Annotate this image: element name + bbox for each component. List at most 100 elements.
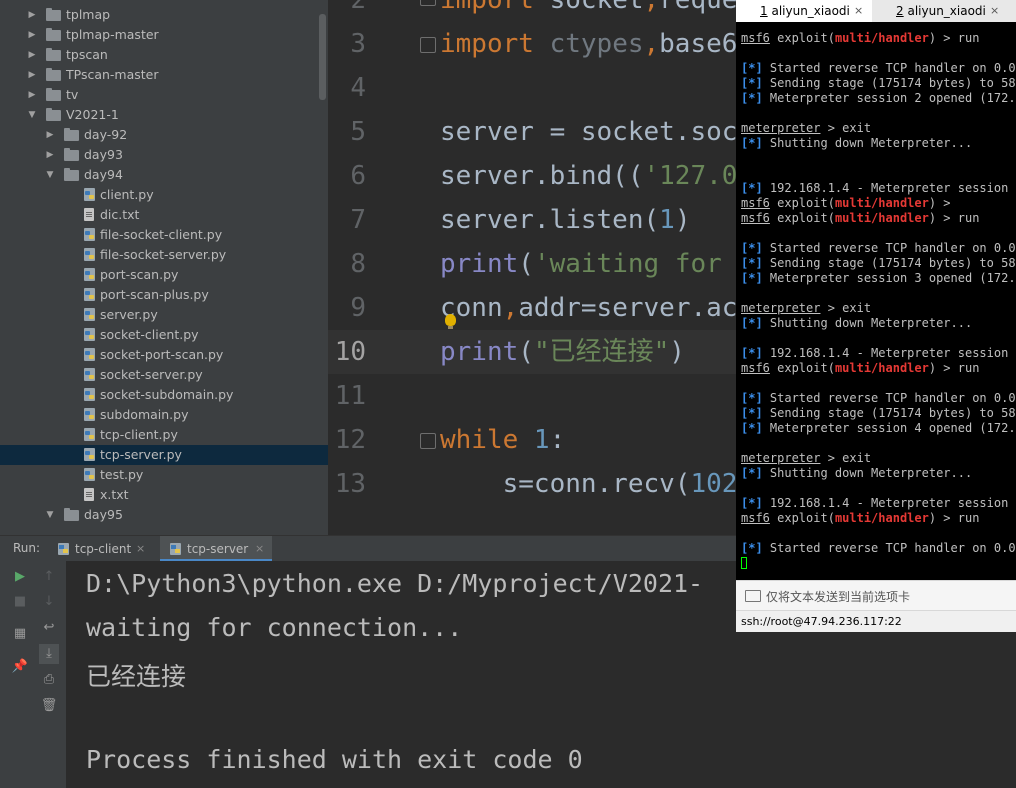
tree-folder[interactable]: ▶ tv <box>0 85 328 105</box>
code-line[interactable]: 10 print("已经连接") <box>328 330 738 374</box>
run-tab[interactable]: tcp-client × <box>58 536 150 562</box>
code-line[interactable]: 11 <box>328 374 738 418</box>
layout-icon[interactable]: ▦ <box>10 624 30 644</box>
terminal-token: Sending stage (175174 bytes) to 58.4 <box>762 406 1016 420</box>
print-icon[interactable]: ⎙ <box>39 670 59 690</box>
console-line: waiting for connection... <box>86 613 463 642</box>
delete-icon[interactable]: 🗑 <box>39 696 59 716</box>
tree-file[interactable]: test.py <box>0 465 328 485</box>
code-line[interactable]: 13 s=conn.recv(102 <box>328 462 738 506</box>
tree-scrollbar[interactable] <box>319 14 326 100</box>
tree-file[interactable]: client.py <box>0 185 328 205</box>
terminal-tab[interactable]: 2 aliyun_xiaodi × <box>872 0 1008 22</box>
tree-item-label: socket-client.py <box>100 327 199 342</box>
chevron-right-icon[interactable]: ▶ <box>44 145 56 165</box>
tree-file[interactable]: socket-port-scan.py <box>0 345 328 365</box>
code-line[interactable]: 9 conn,addr=server.ac <box>328 286 738 330</box>
tree-folder[interactable]: ▶ tpscan <box>0 45 328 65</box>
code-token: while <box>440 425 534 455</box>
terminal-token: > exit <box>820 121 872 135</box>
tree-folder[interactable]: ▶ tplmap <box>0 5 328 25</box>
tree-file[interactable]: server.py <box>0 305 328 325</box>
tree-file[interactable]: x.txt <box>0 485 328 505</box>
tree-folder[interactable]: ▼ V2021-1 <box>0 105 328 125</box>
tree-folder[interactable]: ▶ tplmap-master <box>0 25 328 45</box>
tree-file[interactable]: dic.txt <box>0 205 328 225</box>
terminal-line: [*] 192.168.1.4 - Meterpreter session 2 <box>741 181 1016 196</box>
tree-file[interactable]: port-scan-plus.py <box>0 285 328 305</box>
chevron-right-icon[interactable]: ▶ <box>26 85 38 105</box>
chevron-down-icon[interactable]: ▼ <box>44 505 56 525</box>
fold-icon[interactable] <box>420 37 436 53</box>
soft-wrap-icon[interactable]: ↩ <box>39 618 59 638</box>
tree-item-label: port-scan-plus.py <box>100 287 209 302</box>
terminal-token: multi/handler <box>834 361 929 375</box>
chevron-right-icon[interactable]: ▶ <box>26 5 38 25</box>
tree-file[interactable]: subdomain.py <box>0 405 328 425</box>
tree-file[interactable]: tcp-client.py <box>0 425 328 445</box>
folder-icon <box>46 48 61 61</box>
chevron-down-icon[interactable]: ▼ <box>26 105 38 125</box>
code-line[interactable]: 4 <box>328 66 738 110</box>
terminal-token: [*] <box>741 406 763 420</box>
line-number: 7 <box>350 205 366 235</box>
terminal-token: ) > run <box>928 31 980 45</box>
down-icon[interactable]: ↓ <box>39 592 59 612</box>
code-line[interactable]: 2 import socket,reque <box>328 0 738 22</box>
run-tab-label: tcp-server <box>187 542 249 556</box>
tree-folder[interactable]: ▶ day-92 <box>0 125 328 145</box>
terminal-send-bar[interactable]: 仅将文本发送到当前选项卡 <box>736 580 1016 611</box>
scroll-to-end-icon[interactable]: ⤓ <box>39 644 59 664</box>
terminal-token: Meterpreter session 3 opened (172.16 <box>762 271 1016 285</box>
code-line[interactable]: 3 import ctypes,base6 <box>328 22 738 66</box>
terminal-token: [*] <box>741 181 763 195</box>
close-icon[interactable]: × <box>854 0 863 22</box>
tree-folder[interactable]: ▶ TPscan-master <box>0 65 328 85</box>
tree-file[interactable]: socket-subdomain.py <box>0 385 328 405</box>
terminal-tab[interactable]: 1 aliyun_xiaodi × <box>736 0 872 22</box>
tree-folder[interactable]: ▼ day95 <box>0 505 328 525</box>
code-token: import <box>440 29 534 59</box>
tree-folder[interactable]: ▼ day94 <box>0 165 328 185</box>
chevron-right-icon[interactable]: ▶ <box>44 125 56 145</box>
chevron-right-icon[interactable]: ▶ <box>26 25 38 45</box>
chevron-right-icon[interactable]: ▶ <box>26 65 38 85</box>
tree-file[interactable]: file-socket-client.py <box>0 225 328 245</box>
code-line[interactable]: 5 server = socket.soc <box>328 110 738 154</box>
fold-icon[interactable] <box>420 433 436 449</box>
tree-folder[interactable]: ▶ day93 <box>0 145 328 165</box>
code-token: , <box>643 0 660 15</box>
tree-file[interactable]: tcp-server.py <box>0 445 328 465</box>
code-line[interactable]: 8 print('waiting for <box>328 242 738 286</box>
tree-file[interactable]: file-socket-server.py <box>0 245 328 265</box>
keyboard-icon <box>745 590 761 602</box>
tree-file[interactable]: socket-server.py <box>0 365 328 385</box>
terminal-token: ) > run <box>928 361 980 375</box>
close-icon[interactable]: × <box>255 536 264 562</box>
code-text: print('waiting for <box>440 242 722 286</box>
run-icon[interactable]: ▶ <box>10 567 30 587</box>
lightbulb-icon[interactable] <box>445 314 456 329</box>
close-icon[interactable]: × <box>990 0 999 22</box>
folder-icon <box>46 88 61 101</box>
close-icon[interactable]: × <box>136 536 145 562</box>
python-file-icon <box>84 388 95 401</box>
code-editor[interactable]: 13 s=conn.recv(102 12 while 1: 11 10 print("已… <box>328 0 738 510</box>
code-token: addr=server.ac <box>518 293 738 323</box>
chevron-down-icon[interactable]: ▼ <box>44 165 56 185</box>
tree-file[interactable]: socket-client.py <box>0 325 328 345</box>
fold-icon[interactable] <box>420 0 436 6</box>
up-icon[interactable]: ↑ <box>39 567 59 587</box>
pin-icon[interactable]: 📌 <box>10 657 30 677</box>
code-line[interactable]: 7 server.listen(1) <box>328 198 738 242</box>
line-number: 13 <box>334 469 366 499</box>
run-tab-label: tcp-client <box>75 542 132 556</box>
run-tab[interactable]: tcp-server × <box>160 536 272 562</box>
tree-file[interactable]: port-scan.py <box>0 265 328 285</box>
code-line[interactable]: 6 server.bind(('127.0 <box>328 154 738 198</box>
chevron-right-icon[interactable]: ▶ <box>26 45 38 65</box>
stop-icon[interactable]: ■ <box>10 592 30 612</box>
code-line[interactable]: 12 while 1: <box>328 418 738 462</box>
tree-item-label: client.py <box>100 187 154 202</box>
terminal-output[interactable]: msf6 exploit(multi/handler) > run [*] Sta… <box>736 22 1016 580</box>
